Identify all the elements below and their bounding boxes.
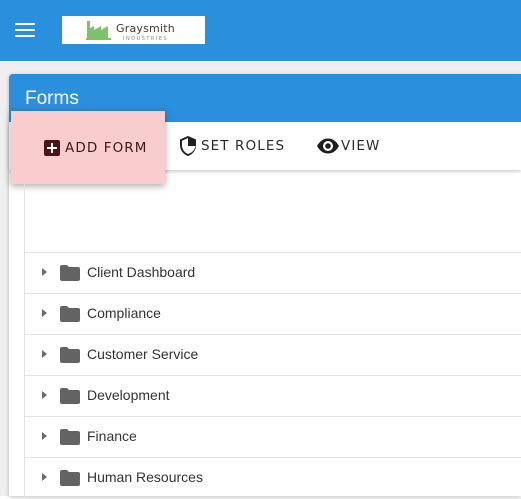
factory-icon (86, 21, 111, 40)
folder-icon (60, 470, 80, 486)
tree-item-customer-service[interactable]: Customer Service (25, 335, 521, 376)
tree-item-label: Customer Service (87, 346, 199, 362)
forms-tree: Client Dashboard Compliance Customer Ser… (24, 184, 521, 499)
add-form-button[interactable]: ADD FORM (11, 111, 165, 184)
set-roles-label: SET ROLES (201, 138, 286, 154)
eye-icon (317, 138, 339, 154)
add-form-label: ADD FORM (65, 139, 148, 156)
tree-item-label: Client Dashboard (87, 264, 196, 280)
tree-item-label: Compliance (87, 305, 161, 321)
tree-header-area (25, 184, 521, 253)
tree-item-label: Human Resources (87, 469, 203, 485)
folder-icon (60, 388, 80, 404)
caret-right-icon[interactable] (42, 309, 47, 317)
tree-item-compliance[interactable]: Compliance (25, 294, 521, 335)
tree-item-label: Finance (87, 428, 137, 444)
caret-right-icon[interactable] (42, 391, 47, 399)
tree-item-development[interactable]: Development (25, 376, 521, 417)
page-title: Forms (25, 88, 79, 109)
caret-right-icon[interactable] (42, 268, 47, 276)
folder-icon (60, 429, 80, 445)
tree-item-client-dashboard[interactable]: Client Dashboard (25, 253, 521, 294)
folder-icon (60, 265, 80, 281)
tree-item-finance[interactable]: Finance (25, 417, 521, 458)
shield-icon (180, 136, 196, 156)
folder-icon (60, 306, 80, 322)
forms-toolbar: SET ROLES VIEW ADD FORM (9, 111, 521, 184)
app-header: Graysmith INDUSTRIES (0, 0, 521, 61)
tree-item-label: Development (87, 387, 170, 403)
view-label: VIEW (341, 138, 381, 154)
company-logo[interactable]: Graysmith INDUSTRIES (62, 16, 205, 44)
plus-box-icon (44, 139, 60, 156)
caret-right-icon[interactable] (42, 432, 47, 440)
view-button[interactable]: VIEW (316, 122, 381, 170)
tree-item-human-resources[interactable]: Human Resources (25, 458, 521, 499)
caret-right-icon[interactable] (42, 473, 47, 481)
forms-panel: Forms SET ROLES VIEW ADD FORM Client Das… (9, 74, 521, 499)
caret-right-icon[interactable] (42, 350, 47, 358)
logo-name: Graysmith (116, 22, 175, 35)
logo-subtitle: INDUSTRIES (123, 36, 169, 42)
hamburger-menu-icon[interactable] (13, 20, 37, 40)
set-roles-button[interactable]: SET ROLES (178, 122, 285, 170)
folder-icon (60, 347, 80, 363)
